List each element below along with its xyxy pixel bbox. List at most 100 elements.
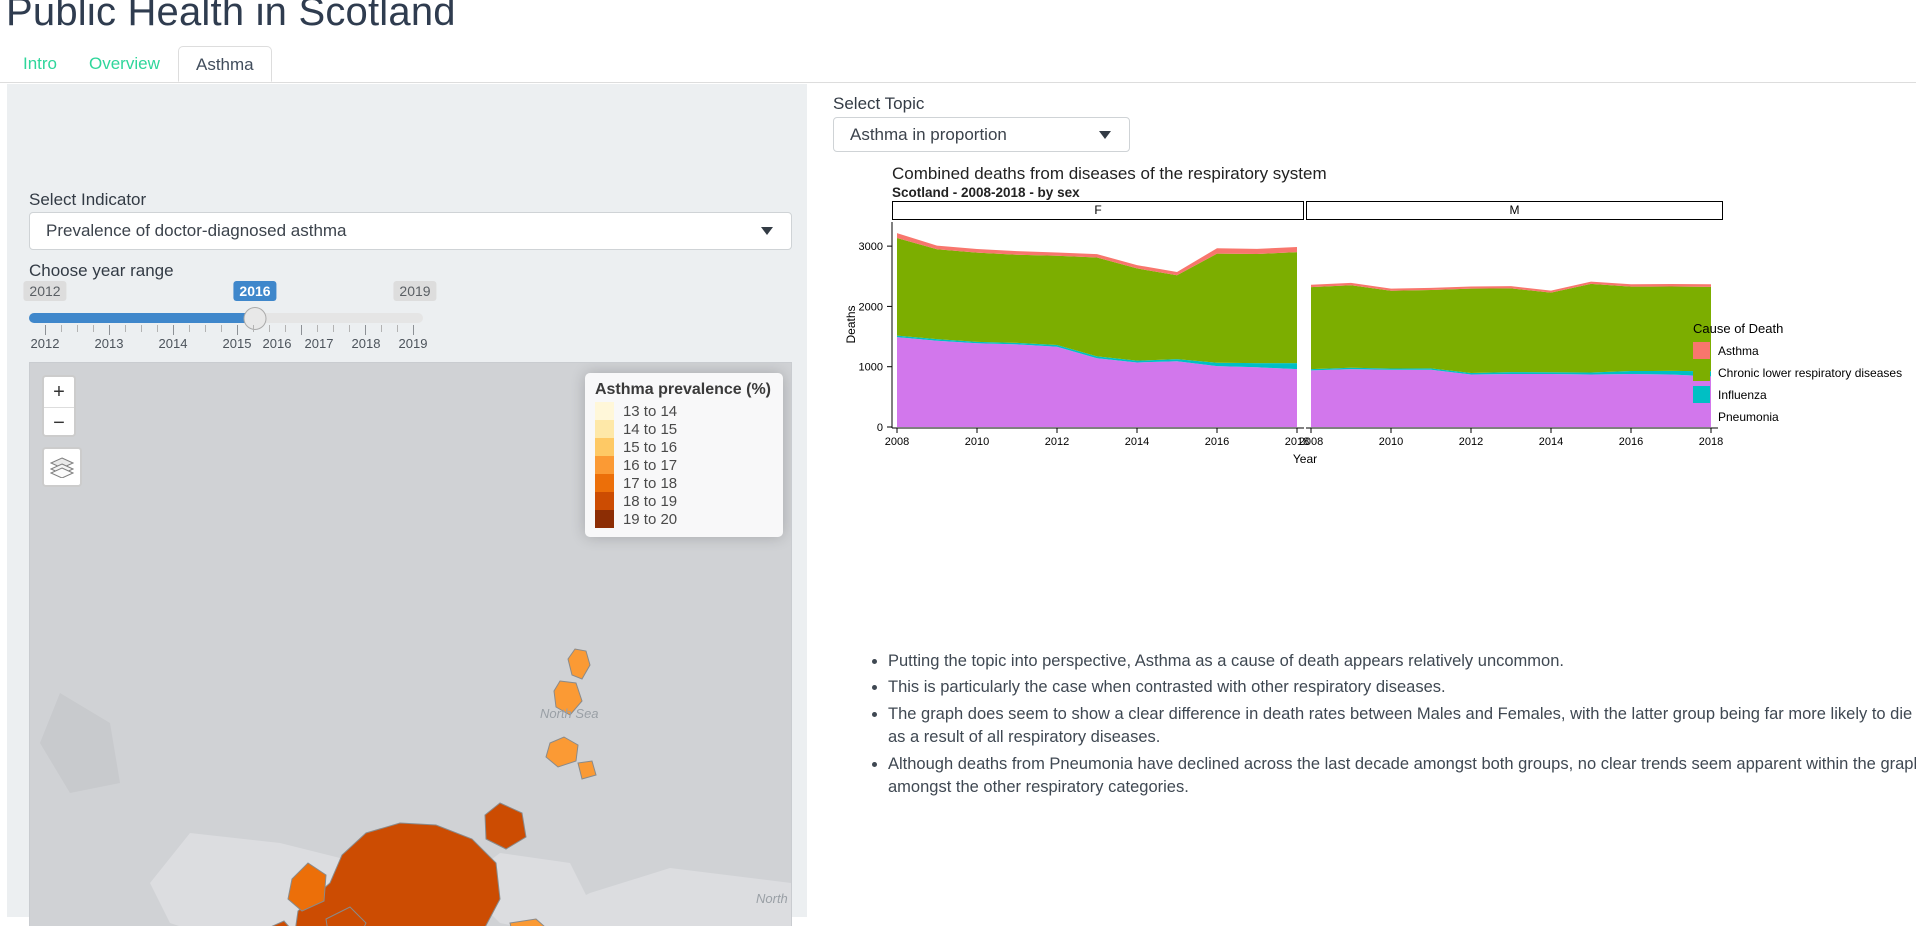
sidebar-panel: Select Indicator Prevalence of doctor-di… [7,84,807,926]
chart-legend-label: Asthma [1718,343,1759,358]
tab-overview[interactable]: Overview [72,46,177,82]
select-indicator-label: Select Indicator [29,190,147,209]
svg-text:North Sea: North Sea [540,706,599,721]
map-legend-title: Asthma prevalence (%) [594,381,771,398]
svg-text:2010: 2010 [965,436,989,448]
chart-title: Combined deaths from diseases of the res… [892,164,1327,183]
slider-pip-min: 2012 [23,281,67,301]
slider-fill [29,313,255,323]
chart-subtitle: Scotland - 2008-2018 - by sex [892,185,1080,200]
svg-text:2014: 2014 [1539,436,1563,448]
app-root: Public Health in Scotland Intro Overview… [0,0,1916,926]
chart-legend-swatch [1693,342,1710,359]
legend-swatch [594,402,614,420]
svg-text:1000: 1000 [859,362,883,374]
tab-asthma[interactable]: Asthma [178,46,272,82]
svg-text:2010: 2010 [1379,436,1403,448]
chart-legend-swatch [1693,408,1710,425]
slider-tick-label-5: 2017 [304,336,334,351]
chart-legend-swatch [1693,386,1710,403]
legend-label: 18 to 19 [622,492,678,510]
year-range-slider[interactable]: 2012 2016 2019 2012 2013 2014 2015 2016 … [23,281,437,351]
svg-text:2012: 2012 [1045,436,1069,448]
page-title: Public Health in Scotland [6,0,456,34]
chart-legend-label: Pneumonia [1718,409,1779,424]
chart-legend-item: Chronic lower respiratory diseases [1693,363,1902,382]
svg-text:North S: North S [756,891,791,906]
facet-strip-f: F [892,201,1304,220]
svg-text:Year: Year [1293,452,1317,466]
legend-item: 14 to 15 [594,420,771,438]
legend-label: 19 to 20 [622,510,678,528]
slider-tick-label-6: 2018 [351,336,381,351]
main-panel: Select Topic Asthma in proportion Combin… [833,84,1916,917]
legend-item: 18 to 19 [594,492,771,510]
chart-legend-label: Influenza [1718,387,1767,402]
year-range-label: Choose year range [29,261,174,280]
legend-swatch [594,510,614,528]
slider-tick-label-7: 2019 [398,336,428,351]
map-legend: Asthma prevalence (%) 13 to 14 14 to 15 … [584,373,783,537]
svg-text:2000: 2000 [859,301,883,313]
tab-intro[interactable]: Intro [6,46,74,82]
facet-strip-m: M [1306,201,1723,220]
slider-pip-selected: 2016 [233,281,277,301]
list-item: Putting the topic into perspective, Asth… [888,650,1916,673]
chart-legend-item: Influenza [1693,385,1902,404]
chart-legend-label: Chronic lower respiratory diseases [1718,365,1903,380]
choropleth-map[interactable]: North Sea North S UNITED KINGDOM + − Ast… [29,362,792,926]
legend-label: 16 to 17 [622,456,678,474]
zoom-in-button[interactable]: + [44,377,74,408]
slider-tick-row: 2012 2013 2014 2015 2016 2017 2018 2019 [29,325,427,351]
chevron-down-icon [761,227,773,235]
legend-label: 15 to 16 [622,438,678,456]
list-item: This is particularly the case when contr… [888,676,1916,699]
legend-swatch [594,474,614,492]
chart-legend-title: Cause of Death [1693,321,1784,336]
svg-text:2012: 2012 [1459,436,1483,448]
slider-pip-max: 2019 [393,281,437,301]
insight-bullet-list: Putting the topic into perspective, Asth… [864,650,1916,803]
svg-text:0: 0 [877,422,883,434]
list-item: Although deaths from Pneumonia have decl… [888,753,1916,800]
svg-text:2016: 2016 [1619,436,1643,448]
legend-item: 15 to 16 [594,438,771,456]
svg-text:2014: 2014 [1125,436,1149,448]
slider-tick-label-3: 2015 [222,336,252,351]
svg-text:Deaths: Deaths [844,305,858,343]
legend-item: 16 to 17 [594,456,771,474]
chart-legend-item: Pneumonia [1693,407,1902,426]
map-zoom-controls[interactable]: + − [42,375,76,437]
legend-swatch [594,492,614,510]
indicator-select-value: Prevalence of doctor-diagnosed asthma [46,221,347,240]
legend-item: 19 to 20 [594,510,771,528]
svg-text:2018: 2018 [1699,436,1723,448]
indicator-select[interactable]: Prevalence of doctor-diagnosed asthma [29,212,792,250]
svg-text:2008: 2008 [1299,436,1323,448]
topic-select[interactable]: Asthma in proportion [833,117,1130,152]
legend-label: 14 to 15 [622,420,678,438]
legend-label: 13 to 14 [622,402,678,420]
zoom-out-button[interactable]: − [44,408,74,438]
legend-swatch [594,420,614,438]
slider-tick-label-2: 2014 [158,336,188,351]
legend-label: 17 to 18 [622,474,678,492]
chart-legend-item: Asthma [1693,341,1902,360]
chart-legend: Cause of Death Asthma Chronic lower resp… [1693,321,1902,429]
legend-item: 13 to 14 [594,402,771,420]
map-layers-button[interactable] [42,447,82,487]
deaths-area-chart: Combined deaths from diseases of the res… [833,164,1913,634]
legend-swatch [594,456,614,474]
slider-tick-label-0: 2012 [30,336,60,351]
svg-text:2008: 2008 [885,436,909,448]
svg-text:3000: 3000 [859,241,883,253]
chevron-down-icon [1099,130,1111,139]
select-topic-label: Select Topic [833,94,925,113]
legend-item: 17 to 18 [594,474,771,492]
tab-bar: Intro Overview Asthma [0,46,1916,83]
svg-text:2016: 2016 [1205,436,1229,448]
slider-tick-label-1: 2013 [94,336,124,351]
legend-swatch [594,438,614,456]
slider-track[interactable] [29,313,423,323]
list-item: The graph does seem to show a clear diff… [888,703,1916,750]
